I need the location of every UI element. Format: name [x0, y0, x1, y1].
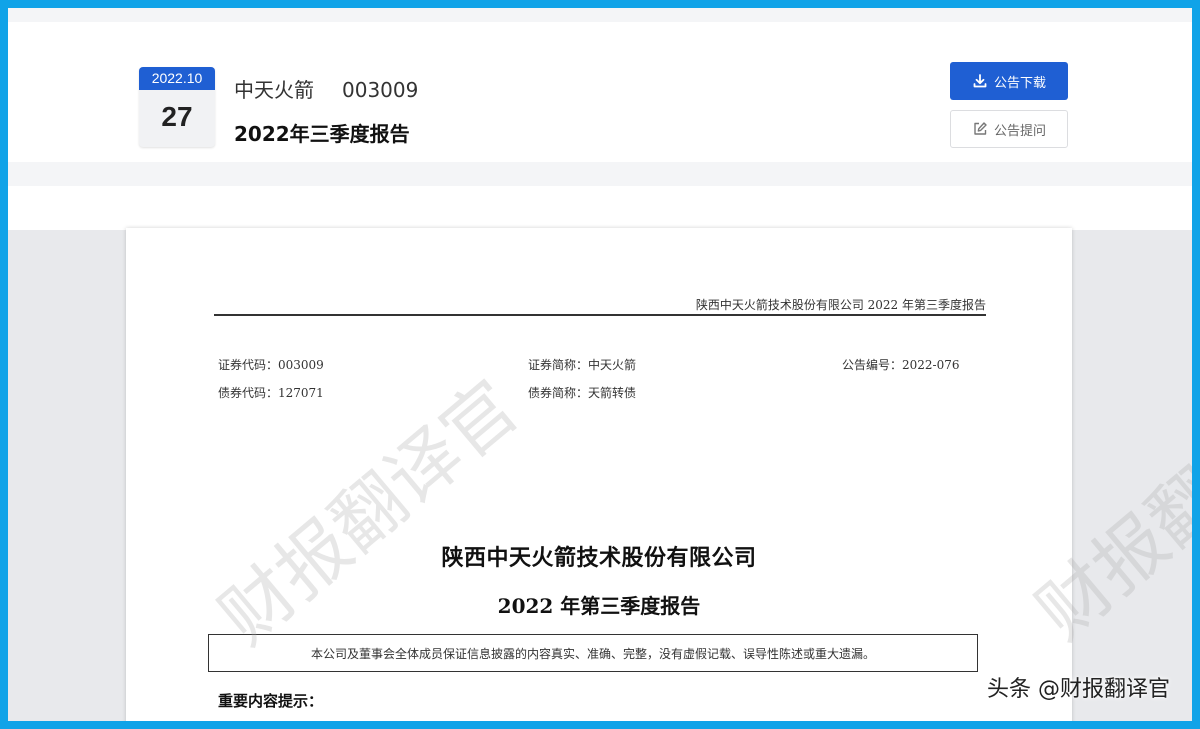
company-name: 中天火箭	[234, 78, 314, 102]
download-button[interactable]: 公告下载	[950, 62, 1068, 100]
report-title: 2022年三季度报告	[234, 122, 410, 146]
bond-abbr: 债券简称：天箭转债	[528, 386, 637, 400]
running-head: 陕西中天火箭技术股份有限公司 2022 年第三季度报告	[695, 298, 986, 312]
announcement-number: 公告编号：2022-076	[842, 358, 960, 372]
toolbar-gap	[8, 186, 1192, 230]
ask-question-label: 公告提问	[993, 123, 1046, 139]
edit-icon	[974, 122, 987, 135]
source-attribution: 头条 @财报翻译官	[987, 677, 1170, 702]
date-day: 27	[161, 101, 193, 132]
bond-code: 债券代码：127071	[218, 386, 324, 400]
disclosure-statement-text: 本公司及董事会全体成员保证信息披露的内容真实、准确、完整，没有虚假记载、误导性陈…	[310, 646, 875, 661]
screenshot-frame: 2022.10 27 中天火箭 003009 2022年三季度报告 公告下载 公告…	[0, 0, 1200, 729]
disclosure-statement: 本公司及董事会全体成员保证信息披露的内容真实、准确、完整，没有虚假记载、误导性陈…	[208, 634, 978, 672]
header-rule	[214, 314, 986, 316]
separator-band	[8, 162, 1192, 186]
company-full-name: 陕西中天火箭技术股份有限公司	[441, 545, 757, 571]
ask-question-button[interactable]: 公告提问	[950, 110, 1068, 148]
download-button-label: 公告下载	[993, 75, 1046, 91]
date-badge: 2022.10 27	[139, 67, 215, 147]
announcement-header: 2022.10 27 中天火箭 003009 2022年三季度报告 公告下载 公告…	[8, 22, 1192, 162]
company-row: 中天火箭 003009	[234, 74, 418, 103]
download-icon	[973, 74, 987, 88]
date-year-month: 2022.10	[139, 67, 215, 90]
section-heading: 重要内容提示：	[218, 692, 324, 710]
top-strip	[8, 8, 1192, 22]
report-heading: 2022 年第三季度报告	[497, 594, 701, 618]
securities-code: 证券代码：003009	[218, 358, 324, 372]
stock-code: 003009	[342, 78, 419, 102]
document-page: 陕西中天火箭技术股份有限公司 2022 年第三季度报告 证券代码：003009 …	[126, 228, 1072, 721]
securities-abbr: 证券简称：中天火箭	[528, 358, 637, 372]
